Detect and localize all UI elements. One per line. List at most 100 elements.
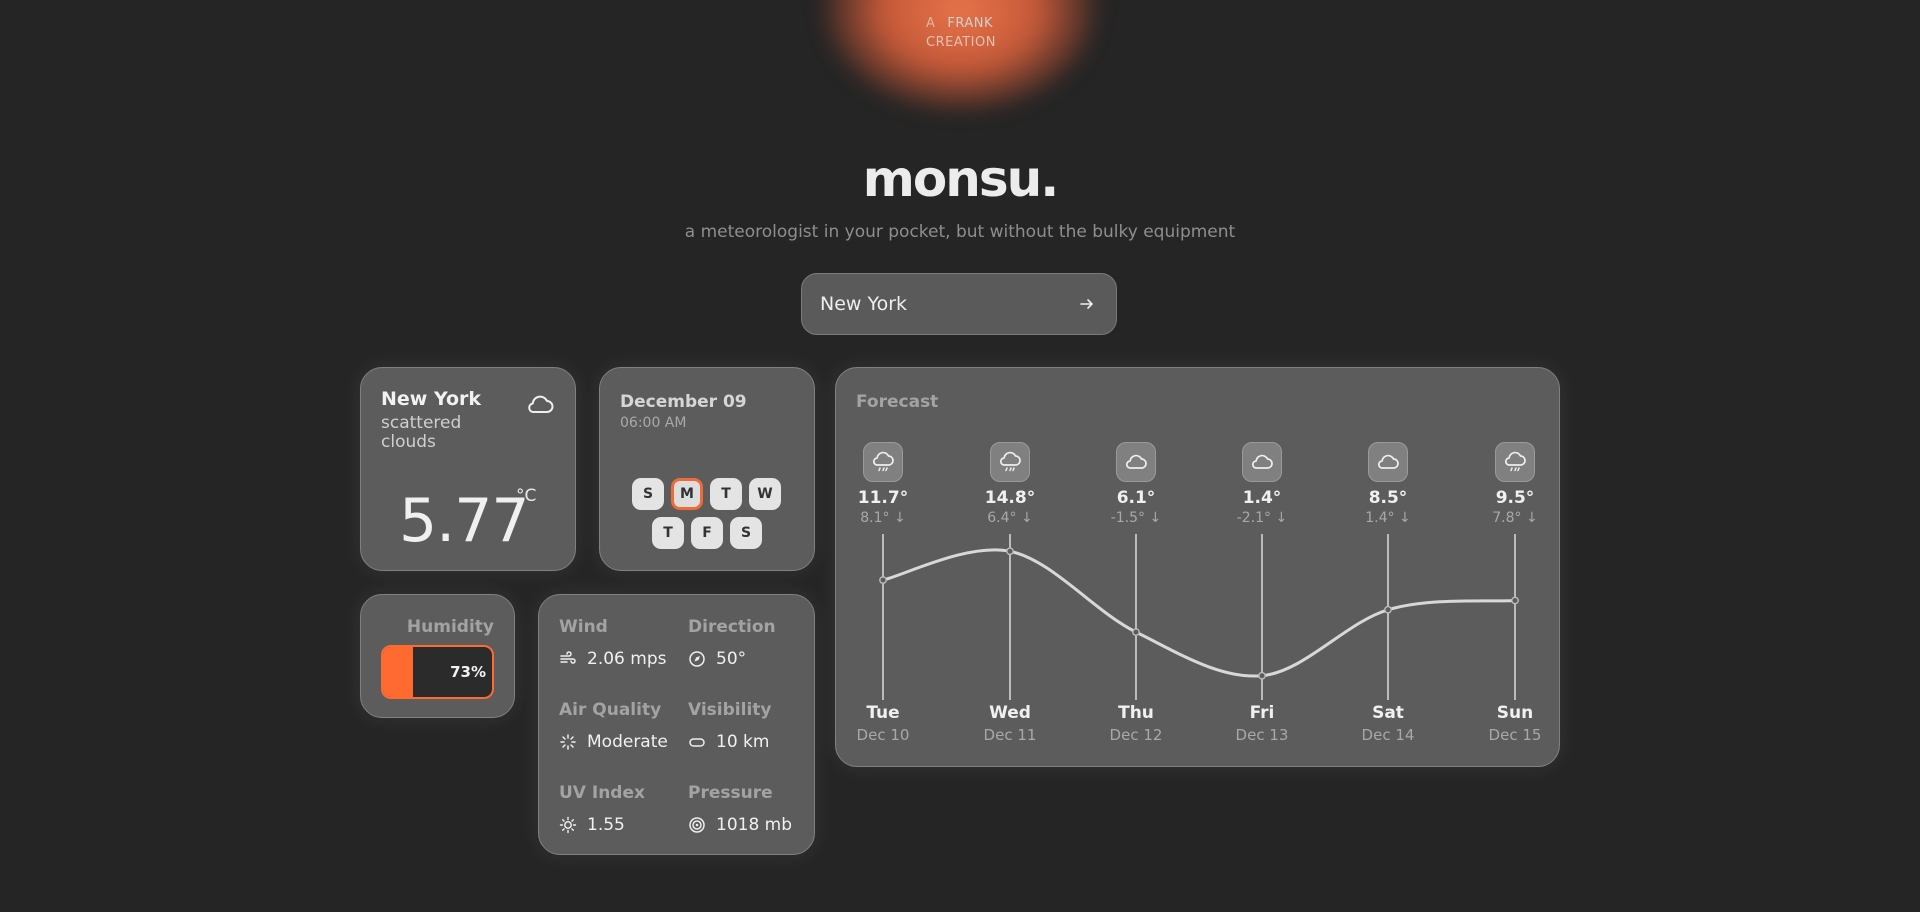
app-tagline: a meteorologist in your pocket, but with… xyxy=(684,222,1236,242)
humidity-value: 73% xyxy=(450,663,486,681)
stat-value: Moderate xyxy=(587,732,668,752)
credit-text: A FRANK CREATION xyxy=(926,14,996,52)
stat-label: Visibility xyxy=(688,700,772,720)
credit-frank: FRANK xyxy=(947,16,994,31)
forecast-day-name: Sat xyxy=(1372,703,1404,723)
current-date: December 09 xyxy=(620,392,747,412)
conditions-card: Wind 2.06 mps Direction 50° Air Quality … xyxy=(538,594,815,855)
stat-value: 50° xyxy=(716,649,747,669)
date-card: December 09 06:00 AM S M T W T F S xyxy=(599,367,815,571)
forecast-date: Dec 11 xyxy=(983,726,1037,744)
forecast-point xyxy=(1258,671,1266,680)
current-temperature: 5.77 xyxy=(399,486,530,556)
forecast-date: Dec 10 xyxy=(856,726,910,744)
weekday-sun: S xyxy=(632,478,664,510)
target-icon xyxy=(688,816,706,834)
weekday-wed: W xyxy=(749,478,781,510)
current-weather-card: New York scattered clouds 5.77 °C xyxy=(360,367,576,571)
arrow-down-icon: ↓ xyxy=(1394,510,1411,526)
cloud-icon xyxy=(1116,442,1156,482)
forecast-high: 8.5° xyxy=(1368,488,1408,508)
arrow-down-icon: ↓ xyxy=(1271,510,1288,526)
forecast-day-name: Tue xyxy=(866,703,900,723)
weekday-sat: S xyxy=(730,517,762,549)
weekday-fri: F xyxy=(691,517,723,549)
weekday-thu: T xyxy=(652,517,684,549)
forecast-point xyxy=(1384,605,1392,614)
cloud-rain-icon xyxy=(863,442,903,482)
forecast-high: 9.5° xyxy=(1495,488,1535,508)
compass-icon xyxy=(688,650,706,668)
forecast-point xyxy=(1006,547,1014,556)
forecast-low: 1.4° ↓ xyxy=(1365,510,1411,526)
forecast-low: -1.5° ↓ xyxy=(1110,510,1162,526)
city-search-input[interactable]: New York xyxy=(820,293,1076,315)
stat-label: Direction xyxy=(688,617,776,637)
humidity-label: Humidity xyxy=(406,617,494,637)
temperature-unit: °C xyxy=(516,486,537,506)
forecast-day-name: Thu xyxy=(1118,703,1154,723)
glasses-icon xyxy=(688,733,706,751)
forecast-date: Dec 13 xyxy=(1235,726,1289,744)
current-time: 06:00 AM xyxy=(620,415,687,431)
forecast-point xyxy=(1511,596,1519,605)
forecast-high: 14.8° xyxy=(984,488,1036,508)
arrow-down-icon: ↓ xyxy=(1145,510,1162,526)
cloud-rain-icon xyxy=(1495,442,1535,482)
loader-icon xyxy=(559,733,577,751)
stat-value: 1018 mb xyxy=(716,815,793,835)
stat-visibility: Visibility 10 km xyxy=(688,700,808,752)
stat-air-quality: Air Quality Moderate xyxy=(559,700,679,752)
stat-value: 2.06 mps xyxy=(587,649,667,669)
stat-direction: Direction 50° xyxy=(688,617,808,669)
cloud-icon xyxy=(1242,442,1282,482)
cloud-rain-icon xyxy=(990,442,1030,482)
forecast-card: Forecast 11.7° 8.1° ↓ Tue Dec 10 14.8° 6.4° ↓… xyxy=(835,367,1560,767)
arrow-down-icon: ↓ xyxy=(889,510,906,526)
forecast-day-name: Wed xyxy=(989,703,1031,723)
current-description: scattered clouds xyxy=(381,413,462,452)
humidity-bar: 73% xyxy=(381,645,494,699)
forecast-high: 11.7° xyxy=(857,488,909,508)
stat-value: 1.55 xyxy=(587,815,625,835)
forecast-low: 7.8° ↓ xyxy=(1492,510,1538,526)
forecast-date: Dec 14 xyxy=(1361,726,1415,744)
forecast-line xyxy=(881,548,1517,678)
stat-label: Wind xyxy=(559,617,608,637)
forecast-low: 6.4° ↓ xyxy=(987,510,1033,526)
stat-value: 10 km xyxy=(716,732,770,752)
credit-creation: CREATION xyxy=(926,35,996,50)
forecast-high: 1.4° xyxy=(1242,488,1282,508)
app-title: monsu. xyxy=(862,150,1059,208)
stat-label: UV Index xyxy=(559,783,645,803)
forecast-high: 6.1° xyxy=(1116,488,1156,508)
humidity-card: Humidity 73% xyxy=(360,594,515,718)
weekday-mon: M xyxy=(671,478,703,510)
arrow-down-icon: ↓ xyxy=(1521,510,1538,526)
credit-a: A xyxy=(926,16,936,31)
weekday-tue: T xyxy=(710,478,742,510)
stat-pressure: Pressure 1018 mb xyxy=(688,783,808,835)
arrow-right-icon[interactable] xyxy=(1076,293,1098,315)
cloud-icon xyxy=(525,392,555,420)
forecast-day-name: Fri xyxy=(1249,703,1275,723)
stat-label: Air Quality xyxy=(559,700,662,720)
forecast-date: Dec 12 xyxy=(1109,726,1163,744)
stat-label: Pressure xyxy=(688,783,773,803)
wind-icon xyxy=(559,650,577,668)
arrow-down-icon: ↓ xyxy=(1016,510,1033,526)
forecast-point xyxy=(879,576,887,584)
sun-icon xyxy=(559,816,577,834)
forecast-low: -2.1° ↓ xyxy=(1236,510,1288,526)
humidity-bar-fill xyxy=(383,647,413,697)
forecast-day-name: Sun xyxy=(1496,703,1534,723)
stat-uv-index: UV Index 1.55 xyxy=(559,783,679,835)
forecast-chart xyxy=(879,534,1519,700)
cloud-icon xyxy=(1368,442,1408,482)
forecast-point xyxy=(1132,628,1140,636)
current-city: New York xyxy=(381,388,482,410)
forecast-date: Dec 15 xyxy=(1488,726,1542,744)
city-search-box[interactable]: New York xyxy=(801,273,1117,335)
stat-wind: Wind 2.06 mps xyxy=(559,617,679,669)
forecast-low: 8.1° ↓ xyxy=(860,510,906,526)
